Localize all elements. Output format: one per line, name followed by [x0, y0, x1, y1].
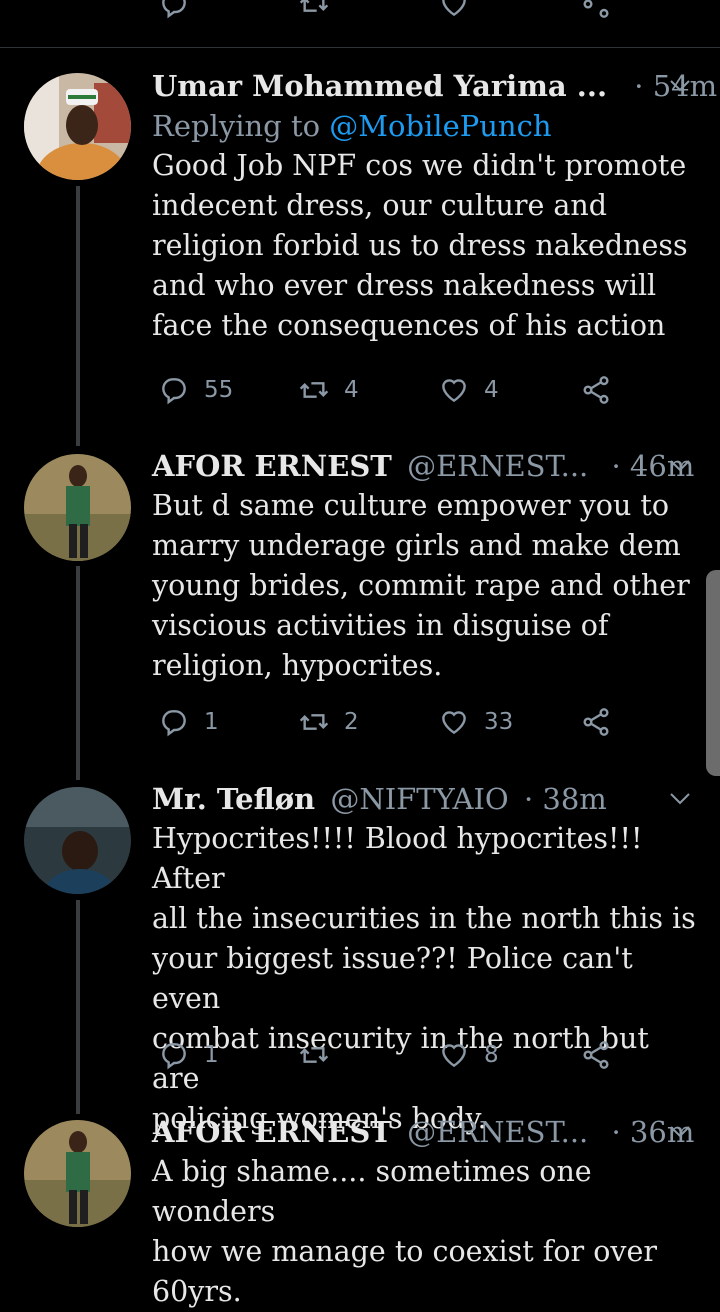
chevron-down-icon[interactable] [668, 76, 692, 96]
reply-icon[interactable] [158, 0, 190, 20]
previous-tweet-actions [0, 0, 720, 24]
handle[interactable]: @ERNEST... [407, 1115, 588, 1149]
reply-icon [162, 1043, 186, 1070]
tweet-text: Good Job NPF cos we didn't promote indec… [152, 149, 688, 342]
retweet-icon [299, 714, 329, 730]
reply-count: 1 [204, 1042, 219, 1068]
reply-button[interactable]: 1 [158, 702, 219, 742]
retweet-count: 2 [344, 709, 359, 735]
like-count: 4 [484, 377, 499, 403]
chevron-down-icon[interactable] [668, 789, 692, 809]
display-name[interactable]: Umar Mohammed Yarima ... [152, 69, 607, 103]
like-button[interactable]: 4 [438, 370, 499, 410]
share-button[interactable] [580, 370, 612, 410]
mention-link[interactable]: @MobilePunch [329, 109, 551, 143]
avatar[interactable] [24, 454, 131, 561]
tweet-text: Hypocrites!!!! Blood hypocrites!!! After… [152, 822, 696, 1135]
heart-icon[interactable] [438, 0, 470, 20]
handle[interactable]: @ERNEST... [407, 449, 588, 483]
display-name[interactable]: Mr. Tefløn [152, 782, 315, 816]
heart-icon [442, 1044, 466, 1068]
chevron-down-icon[interactable] [668, 1122, 692, 1142]
scroll-handle[interactable] [706, 570, 720, 776]
handle[interactable]: @NIFTYAIO [330, 782, 508, 816]
reply-button[interactable]: 55 [158, 370, 233, 410]
reply-count: 1 [204, 709, 219, 735]
display-name[interactable]: AFOR ERNEST [152, 1115, 392, 1149]
like-button[interactable]: 8 [438, 1035, 499, 1075]
avatar[interactable] [24, 1120, 131, 1227]
share-icon [583, 376, 609, 404]
reply-icon [162, 710, 186, 737]
chevron-down-icon[interactable] [668, 456, 692, 476]
reply-count: 55 [204, 377, 234, 403]
thread-line [76, 900, 80, 1114]
replying-to: Replying to @MobilePunch [152, 109, 552, 143]
like-button[interactable]: 33 [438, 702, 513, 742]
share-button[interactable] [580, 1035, 612, 1075]
thread-line [76, 186, 80, 446]
heart-icon [442, 711, 466, 735]
retweet-icon [299, 1047, 329, 1063]
retweet-count: 4 [344, 377, 359, 403]
thread-line [76, 566, 80, 780]
timestamp[interactable]: · 38m [524, 782, 607, 816]
retweet-button[interactable]: 2 [298, 702, 359, 742]
avatar[interactable] [24, 787, 131, 894]
retweet-icon[interactable] [298, 0, 330, 20]
heart-icon [442, 379, 466, 403]
tweet-actions: 55 4 4 [152, 370, 622, 410]
share-button[interactable] [580, 702, 612, 742]
tweet-text: A big shame.... sometimes one wonders ho… [152, 1155, 657, 1308]
divider [0, 47, 720, 48]
like-count: 33 [484, 709, 514, 735]
share-icon [583, 708, 609, 736]
tweet-actions: 1 8 [152, 1035, 622, 1075]
share-icon[interactable] [580, 0, 612, 20]
tweet-actions: 1 2 33 [152, 702, 622, 742]
retweet-button[interactable]: 4 [298, 370, 359, 410]
tweet-text: But d same culture empower you to marry … [152, 489, 690, 682]
retweet-button[interactable] [298, 1035, 330, 1075]
display-name[interactable]: AFOR ERNEST [152, 449, 392, 483]
share-icon [583, 1041, 609, 1069]
avatar[interactable] [24, 73, 131, 180]
retweet-icon [299, 382, 329, 398]
like-count: 8 [484, 1042, 499, 1068]
reply-button[interactable]: 1 [158, 1035, 219, 1075]
reply-icon [162, 378, 186, 405]
